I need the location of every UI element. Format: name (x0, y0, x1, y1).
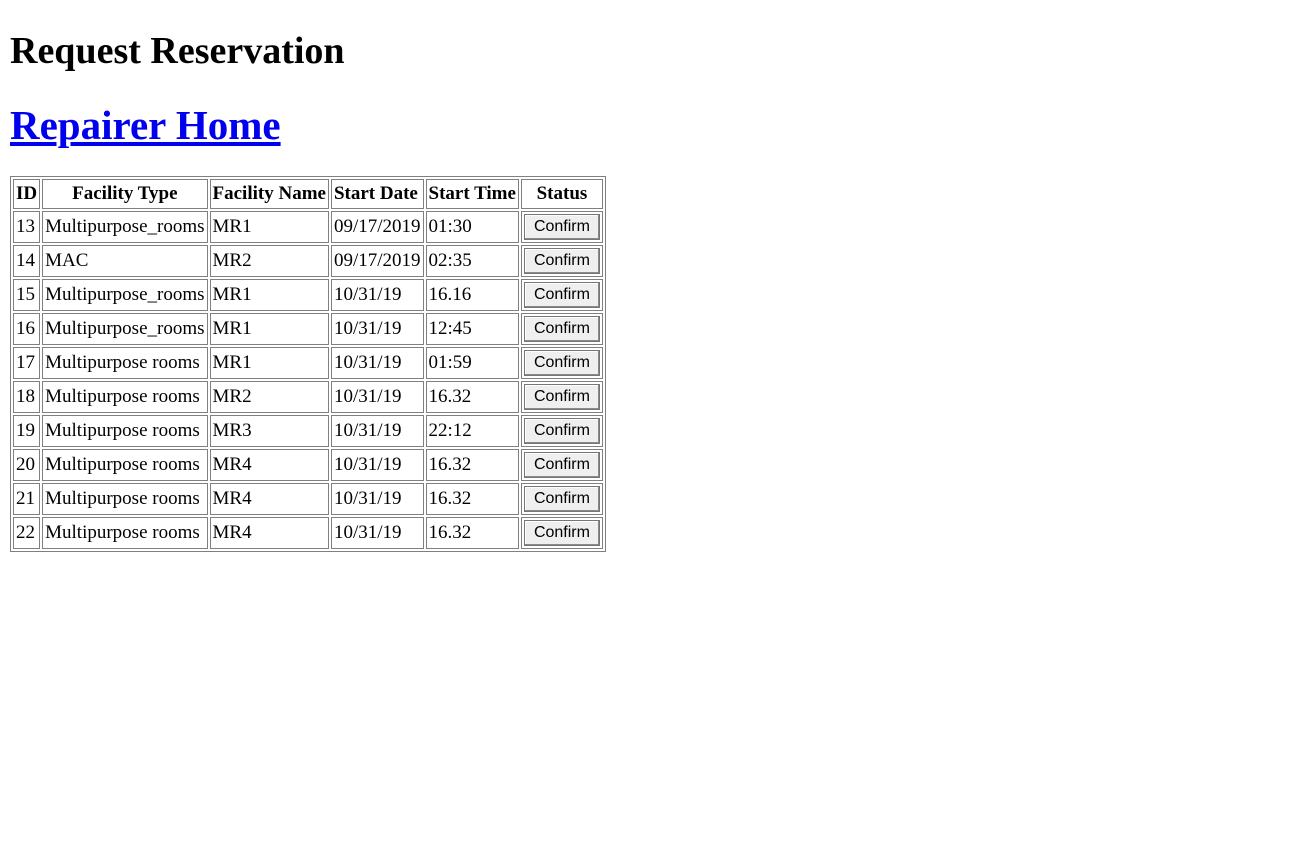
confirm-button[interactable]: Confirm (523, 520, 600, 546)
confirm-button[interactable]: Confirm (523, 214, 600, 240)
cell-start-time: 16.32 (425, 449, 519, 481)
cell-status: Confirm (520, 517, 603, 549)
cell-id: 22 (13, 517, 41, 549)
cell-facility-name: MR1 (209, 211, 329, 243)
confirm-button[interactable]: Confirm (523, 384, 600, 410)
header-facility-type: Facility Type (42, 179, 208, 209)
cell-facility-type: Multipurpose rooms (42, 381, 208, 413)
cell-facility-type: Multipurpose_rooms (42, 211, 208, 243)
table-row: 14 MAC MR2 09/17/2019 02:35 Confirm (13, 245, 603, 277)
confirm-button[interactable]: Confirm (523, 248, 600, 274)
table-body: 13 Multipurpose_rooms MR1 09/17/2019 01:30 Co… (13, 211, 603, 549)
table-row: 20 Multipurpose rooms MR4 10/31/19 16.32 Conf… (13, 449, 603, 481)
cell-status: Confirm (520, 415, 603, 447)
cell-facility-type: Multipurpose_rooms (42, 279, 208, 311)
cell-start-date: 10/31/19 (330, 415, 424, 447)
cell-facility-type: Multipurpose rooms (42, 517, 208, 549)
cell-start-time: 12:45 (425, 313, 519, 345)
reservations-table: ID Facility Type Facility Name Start Dat… (10, 176, 606, 552)
cell-status: Confirm (520, 449, 603, 481)
cell-status: Confirm (520, 313, 603, 345)
cell-start-time: 22:12 (425, 415, 519, 447)
table-header-row: ID Facility Type Facility Name Start Dat… (13, 179, 603, 209)
cell-status: Confirm (520, 483, 603, 515)
cell-facility-name: MR3 (209, 415, 329, 447)
header-facility-name: Facility Name (209, 179, 329, 209)
cell-start-time: 01:59 (425, 347, 519, 379)
table-row: 22 Multipurpose rooms MR4 10/31/19 16.32 Conf… (13, 517, 603, 549)
cell-start-time: 16.32 (425, 381, 519, 413)
cell-facility-name: MR1 (209, 279, 329, 311)
cell-facility-name: MR1 (209, 313, 329, 345)
cell-facility-type: Multipurpose rooms (42, 347, 208, 379)
table-row: 17 Multipurpose rooms MR1 10/31/19 01:59 Conf… (13, 347, 603, 379)
cell-id: 19 (13, 415, 41, 447)
cell-id: 20 (13, 449, 41, 481)
cell-facility-name: MR2 (209, 245, 329, 277)
cell-id: 16 (13, 313, 41, 345)
cell-start-date: 10/31/19 (330, 381, 424, 413)
cell-facility-type: Multipurpose_rooms (42, 313, 208, 345)
cell-id: 14 (13, 245, 41, 277)
confirm-button[interactable]: Confirm (523, 418, 600, 444)
cell-start-time: 16.16 (425, 279, 519, 311)
page-title: Request Reservation (10, 30, 345, 72)
table-row: 19 Multipurpose rooms MR3 10/31/19 22:12 Conf… (13, 415, 603, 447)
cell-start-time: 16.32 (425, 517, 519, 549)
cell-id: 21 (13, 483, 41, 515)
table-row: 21 Multipurpose rooms MR4 10/31/19 16.32 Conf… (13, 483, 603, 515)
cell-id: 13 (13, 211, 41, 243)
header-start-time: Start Time (425, 179, 519, 209)
cell-facility-type: MAC (42, 245, 208, 277)
confirm-button[interactable]: Confirm (523, 452, 600, 478)
confirm-button[interactable]: Confirm (523, 316, 600, 342)
cell-start-time: 02:35 (425, 245, 519, 277)
cell-id: 17 (13, 347, 41, 379)
cell-id: 15 (13, 279, 41, 311)
cell-facility-type: Multipurpose rooms (42, 449, 208, 481)
cell-status: Confirm (520, 245, 603, 277)
cell-start-date: 10/31/19 (330, 279, 424, 311)
cell-start-date: 09/17/2019 (330, 245, 424, 277)
cell-status: Confirm (520, 347, 603, 379)
cell-id: 18 (13, 381, 41, 413)
table-row: 16 Multipurpose_rooms MR1 10/31/19 12:45 Conf… (13, 313, 603, 345)
header-id: ID (13, 179, 41, 209)
confirm-button[interactable]: Confirm (523, 282, 600, 308)
table-row: 18 Multipurpose rooms MR2 10/31/19 16.32 Conf… (13, 381, 603, 413)
header-status: Status (520, 179, 603, 209)
cell-start-date: 09/17/2019 (330, 211, 424, 243)
home-link-heading: Repairer Home (10, 101, 1285, 149)
table-row: 13 Multipurpose_rooms MR1 09/17/2019 01:30 Co… (13, 211, 603, 243)
confirm-button[interactable]: Confirm (523, 350, 600, 376)
cell-facility-type: Multipurpose rooms (42, 483, 208, 515)
cell-status: Confirm (520, 279, 603, 311)
table-row: 15 Multipurpose_rooms MR1 10/31/19 16.16 Conf… (13, 279, 603, 311)
cell-facility-type: Multipurpose rooms (42, 415, 208, 447)
cell-facility-name: MR4 (209, 483, 329, 515)
cell-start-date: 10/31/19 (330, 483, 424, 515)
cell-facility-name: MR4 (209, 449, 329, 481)
header-start-date: Start Date (330, 179, 424, 209)
cell-start-date: 10/31/19 (330, 313, 424, 345)
confirm-button[interactable]: Confirm (523, 486, 600, 512)
repairer-home-link[interactable]: Repairer Home (10, 102, 281, 148)
cell-start-date: 10/31/19 (330, 449, 424, 481)
cell-start-time: 16.32 (425, 483, 519, 515)
cell-start-time: 01:30 (425, 211, 519, 243)
cell-facility-name: MR4 (209, 517, 329, 549)
cell-status: Confirm (520, 211, 603, 243)
cell-start-date: 10/31/19 (330, 517, 424, 549)
cell-facility-name: MR2 (209, 381, 329, 413)
cell-facility-name: MR1 (209, 347, 329, 379)
cell-status: Confirm (520, 381, 603, 413)
cell-start-date: 10/31/19 (330, 347, 424, 379)
